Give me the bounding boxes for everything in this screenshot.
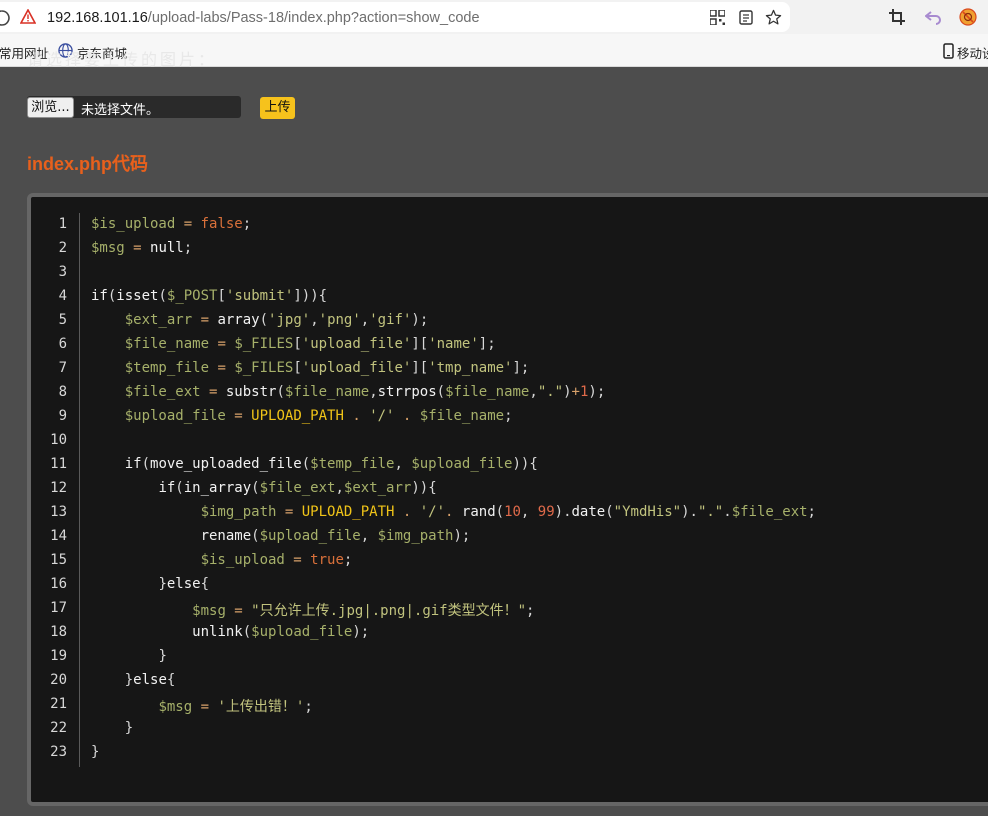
line-number: 23 [50, 744, 67, 760]
line-number: 18 [50, 624, 67, 640]
gutter-divider [79, 213, 80, 767]
url-host: 192.168.101.16 [47, 10, 148, 26]
star-icon[interactable] [765, 9, 782, 26]
crop-icon[interactable] [889, 9, 905, 25]
warning-icon[interactable] [20, 9, 36, 25]
code-line: $upload_file = UPLOAD_PATH . '/' . $file… [124, 408, 513, 424]
code-line: $img_path = UPLOAD_PATH . '/'. rand(10, … [200, 504, 816, 520]
line-number: 16 [50, 576, 67, 592]
line-number: 7 [58, 360, 67, 376]
select-image-prompt: 请选择要上传的图片： [27, 50, 218, 69]
line-number: 1 [58, 216, 67, 232]
code-line: $msg = '上传出错！'; [158, 699, 313, 715]
phone-icon [943, 43, 954, 59]
bookmark-mobile-device[interactable]: 移动设 [957, 43, 988, 62]
line-number: 2 [58, 240, 67, 256]
line-number: 14 [50, 528, 67, 544]
url-text[interactable]: 192.168.101.16/upload-labs/Pass-18/index… [47, 10, 480, 26]
code-line: $ext_arr = array('jpg','png','gif'); [124, 312, 429, 328]
line-number: 4 [58, 288, 67, 304]
code-line: $temp_file = $_FILES['upload_file']['tmp… [124, 360, 530, 376]
line-number: 21 [50, 696, 67, 712]
extension-icon[interactable] [959, 8, 977, 26]
browse-button[interactable]: 浏览... [27, 97, 74, 118]
line-number: 8 [58, 384, 67, 400]
line-number: 15 [50, 552, 67, 568]
code-line: } [124, 720, 134, 736]
line-number: 5 [58, 312, 67, 328]
line-number: 19 [50, 648, 67, 664]
code-line: }else{ [124, 672, 176, 688]
code-line: $file_ext = substr($file_name,strrpos($f… [124, 384, 606, 400]
code-line: } [158, 648, 167, 664]
code-line: $is_upload = false; [91, 216, 252, 232]
line-number: 9 [58, 408, 67, 424]
code-line: unlink($upload_file); [192, 624, 370, 640]
qr-code-icon[interactable] [710, 10, 725, 25]
upload-button[interactable]: 上传 [260, 97, 295, 119]
code-line: $msg = "只允许上传.jpg|.png|.gif类型文件！"; [192, 603, 535, 619]
line-number: 13 [50, 504, 67, 520]
no-file-selected-label: 未选择文件。 [81, 103, 160, 118]
line-number: 10 [50, 432, 67, 448]
code-line: $file_name = $_FILES['upload_file']['nam… [124, 336, 496, 352]
code-line: }else{ [158, 576, 210, 592]
line-number: 6 [58, 336, 67, 352]
code-line: if(in_array($file_ext,$ext_arr)){ [158, 480, 437, 496]
code-line: $is_upload = true; [200, 552, 353, 568]
code-line: $msg = null; [91, 240, 193, 256]
not-secure-icon[interactable] [0, 9, 11, 27]
code-line: rename($upload_file, $img_path); [200, 528, 471, 544]
url-path: /upload-labs/Pass-18/index.php?action=sh… [147, 10, 480, 26]
line-number: 20 [50, 672, 67, 688]
address-bar[interactable]: 192.168.101.16/upload-labs/Pass-18/index… [0, 2, 790, 32]
line-number: 12 [50, 480, 67, 496]
line-number: 3 [58, 264, 67, 280]
line-number: 22 [50, 720, 67, 736]
browser-toolbar: 192.168.101.16/upload-labs/Pass-18/index… [0, 0, 988, 34]
reader-mode-icon[interactable] [739, 10, 753, 25]
code-line: } [91, 744, 100, 760]
bookmark-label: 移动设 [957, 47, 988, 61]
back-arrow-icon[interactable] [925, 9, 941, 25]
code-section-title: index.php代码 [27, 154, 148, 174]
code-line: if(isset($_POST['submit'])){ [91, 288, 328, 304]
code-line: if(move_uploaded_file($temp_file, $uploa… [124, 456, 538, 472]
line-number: 11 [50, 456, 67, 472]
line-number: 17 [50, 600, 67, 616]
